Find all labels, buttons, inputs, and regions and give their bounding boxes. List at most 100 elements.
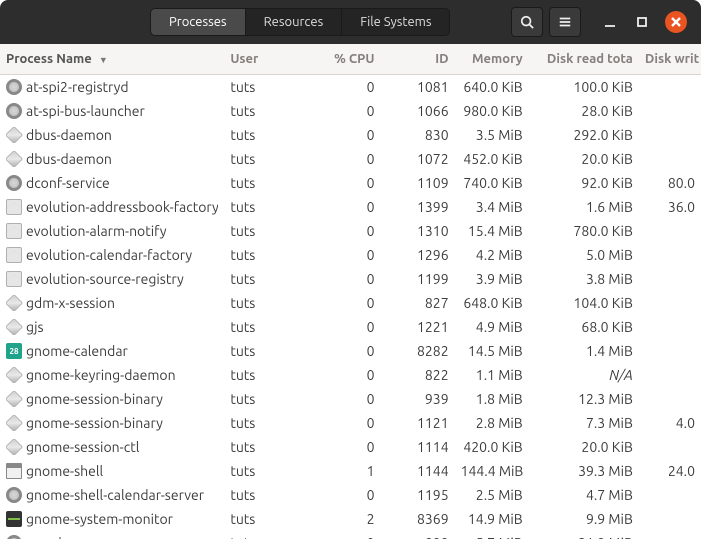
- sort-indicator-icon: ▼: [99, 55, 108, 65]
- cell-disk-write-total: [639, 339, 701, 363]
- diamond-icon: [6, 391, 23, 407]
- cell-id: 1072: [381, 147, 455, 171]
- process-name-label: gnome-calendar: [26, 343, 128, 359]
- cell-user: tuts: [224, 531, 308, 539]
- cell-cpu: 0: [308, 363, 380, 387]
- window-minimize[interactable]: [601, 13, 619, 31]
- table-row[interactable]: dconf-servicetuts01109740.0 KiB92.0 KiB8…: [0, 171, 701, 195]
- col-header-cpu[interactable]: % CPU: [308, 44, 380, 75]
- diamond-icon: [6, 127, 23, 143]
- cell-cpu: 0: [308, 339, 380, 363]
- cell-id: 1221: [381, 315, 455, 339]
- cell-process-name: at-spi-bus-launcher: [0, 99, 224, 123]
- table-row[interactable]: evolution-calendar-factorytuts012964.2 M…: [0, 243, 701, 267]
- col-header-dwt[interactable]: Disk writ: [639, 44, 701, 75]
- mail-icon: [6, 271, 22, 287]
- close-icon: [671, 17, 681, 27]
- cell-disk-read-total: 21.9 MiB: [529, 531, 639, 539]
- cell-disk-write-total: [639, 531, 701, 539]
- process-name-label: gnome-shell: [26, 463, 103, 479]
- process-name-label: dbus-daemon: [26, 127, 112, 143]
- cell-user: tuts: [224, 219, 308, 243]
- cell-mem: 3.5 MiB: [455, 123, 529, 147]
- cell-disk-write-total: [639, 387, 701, 411]
- monitor-icon: [6, 511, 22, 527]
- table-row[interactable]: gnome-session-ctltuts01114420.0 KiB20.0 …: [0, 435, 701, 459]
- cell-user: tuts: [224, 123, 308, 147]
- hamburger-icon: [558, 15, 572, 29]
- table-row[interactable]: gnome-shell-calendar-servertuts011952.5 …: [0, 483, 701, 507]
- cell-mem: 15.4 MiB: [455, 219, 529, 243]
- table-row[interactable]: dbus-daemontuts08303.5 MiB292.0 KiB: [0, 123, 701, 147]
- cell-disk-read-total: 3.8 MiB: [529, 267, 639, 291]
- tab-file-systems[interactable]: File Systems: [342, 9, 449, 35]
- cell-id: 1399: [381, 195, 455, 219]
- cell-user: tuts: [224, 459, 308, 483]
- col-header-mem[interactable]: Memory: [455, 44, 529, 75]
- col-header-name[interactable]: Process Name ▼: [0, 44, 224, 75]
- cell-disk-write-total: 80.0: [639, 171, 701, 195]
- maximize-icon: [635, 15, 649, 29]
- table-row[interactable]: gnome-session-binarytuts09391.8 MiB12.3 …: [0, 387, 701, 411]
- col-header-id[interactable]: ID: [381, 44, 455, 75]
- cell-mem: 3.4 MiB: [455, 195, 529, 219]
- tab-processes[interactable]: Processes: [151, 9, 246, 35]
- table-row[interactable]: evolution-alarm-notifytuts0131015.4 MiB7…: [0, 219, 701, 243]
- cell-disk-write-total: [639, 243, 701, 267]
- table-row[interactable]: gnome-system-monitortuts2836914.9 MiB9.9…: [0, 507, 701, 531]
- cell-user: tuts: [224, 171, 308, 195]
- process-name-label: gnome-session-binary: [26, 391, 163, 407]
- window-close[interactable]: [665, 11, 687, 33]
- cell-mem: 740.0 KiB: [455, 171, 529, 195]
- cell-cpu: 0: [308, 291, 380, 315]
- tab-resources[interactable]: Resources: [246, 9, 343, 35]
- table-row[interactable]: dbus-daemontuts01072452.0 KiB20.0 KiB: [0, 147, 701, 171]
- col-header-drt[interactable]: Disk read tota: [529, 44, 639, 75]
- cell-process-name: goa-daemon: [0, 531, 224, 539]
- cell-cpu: 0: [308, 147, 380, 171]
- col-header-user[interactable]: User: [224, 44, 308, 75]
- gear-icon: [6, 535, 22, 539]
- process-name-label: at-spi2-registryd: [26, 79, 129, 95]
- cell-disk-write-total: [639, 219, 701, 243]
- table-row[interactable]: gnome-keyring-daemontuts08221.1 MiBN/A: [0, 363, 701, 387]
- cell-disk-read-total: 1.6 MiB: [529, 195, 639, 219]
- table-row[interactable]: gnome-session-binarytuts011212.8 MiB7.3 …: [0, 411, 701, 435]
- cell-id: 830: [381, 123, 455, 147]
- search-button[interactable]: [511, 7, 543, 37]
- cell-mem: 4.2 MiB: [455, 243, 529, 267]
- table-row[interactable]: gdm-x-sessiontuts0827648.0 KiB104.0 KiB: [0, 291, 701, 315]
- cell-process-name: evolution-source-registry: [0, 267, 224, 291]
- table-row[interactable]: goa-daemontuts08995.7 MiB21.9 MiB: [0, 531, 701, 539]
- table-row[interactable]: gnome-calendartuts0828214.5 MiB1.4 MiB: [0, 339, 701, 363]
- cell-process-name: gnome-calendar: [0, 339, 224, 363]
- process-name-label: evolution-addressbook-factory: [26, 199, 218, 215]
- cell-mem: 640.0 KiB: [455, 75, 529, 99]
- menu-button[interactable]: [549, 7, 581, 37]
- table-row[interactable]: at-spi-bus-launchertuts01066980.0 KiB28.…: [0, 99, 701, 123]
- table-row[interactable]: gnome-shelltuts11144144.4 MiB39.3 MiB24.…: [0, 459, 701, 483]
- cell-disk-write-total: 24.0: [639, 459, 701, 483]
- window-maximize[interactable]: [633, 13, 651, 31]
- cell-cpu: 0: [308, 75, 380, 99]
- cell-process-name: dconf-service: [0, 171, 224, 195]
- process-name-label: gnome-keyring-daemon: [26, 367, 176, 383]
- cell-disk-read-total: 780.0 KiB: [529, 219, 639, 243]
- table-row[interactable]: evolution-source-registrytuts011993.9 Mi…: [0, 267, 701, 291]
- cell-disk-write-total: 36.0: [639, 195, 701, 219]
- cell-cpu: 0: [308, 435, 380, 459]
- cell-id: 1081: [381, 75, 455, 99]
- process-name-label: gnome-system-monitor: [26, 511, 173, 527]
- cell-disk-read-total: N/A: [529, 363, 639, 387]
- table-row[interactable]: evolution-addressbook-factorytuts013993.…: [0, 195, 701, 219]
- table-row[interactable]: gjstuts012214.9 MiB68.0 KiB: [0, 315, 701, 339]
- process-table[interactable]: Process Name ▼ User % CPU ID Memory Disk…: [0, 44, 701, 539]
- cell-disk-read-total: 92.0 KiB: [529, 171, 639, 195]
- cell-cpu: 0: [308, 483, 380, 507]
- cell-cpu: 0: [308, 123, 380, 147]
- cell-user: tuts: [224, 99, 308, 123]
- diamond-icon: [6, 319, 23, 335]
- table-row[interactable]: at-spi2-registrydtuts01081640.0 KiB100.0…: [0, 75, 701, 99]
- cell-disk-write-total: [639, 123, 701, 147]
- cell-user: tuts: [224, 363, 308, 387]
